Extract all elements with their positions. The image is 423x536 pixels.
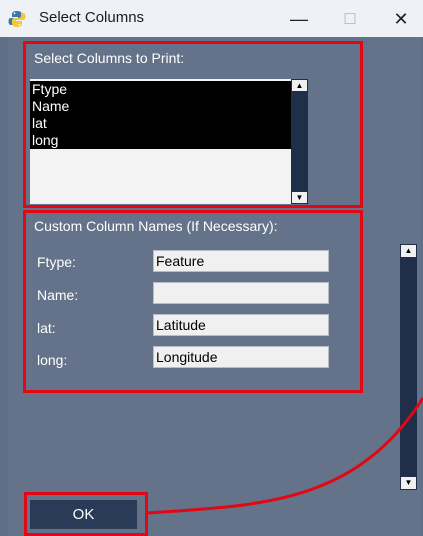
annotation-arrow xyxy=(147,397,423,515)
